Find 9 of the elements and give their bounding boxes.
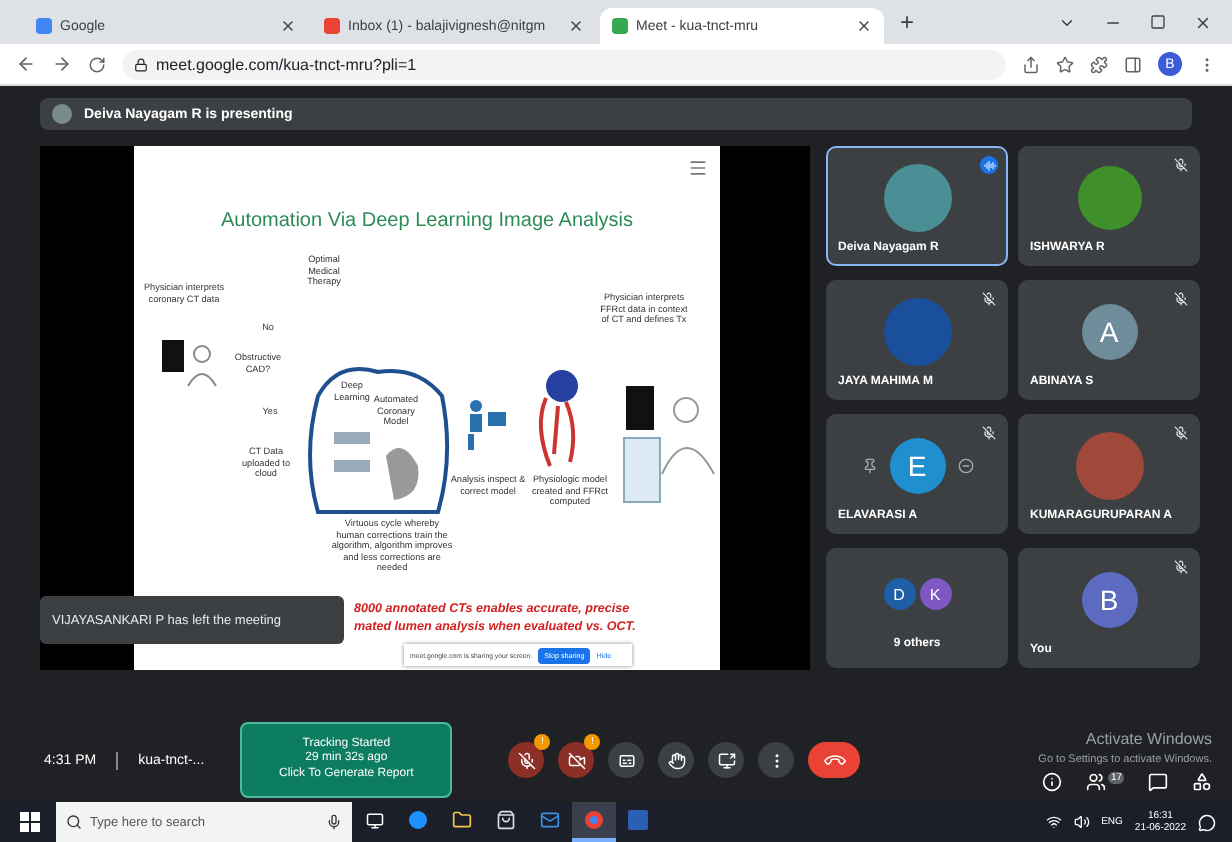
letter-avatar: E [889, 438, 945, 494]
address-bar[interactable]: meet.google.com/kua-tnct-mru?pli=1 [122, 49, 1006, 79]
new-tab-button[interactable]: + [888, 8, 927, 36]
letter-avatar: B [1081, 572, 1137, 628]
letter-avatar: A [1081, 304, 1137, 360]
activation-notice: Activate Windows [1085, 729, 1212, 747]
letter-avatar: D [883, 578, 915, 610]
slide-title: Automation Via Deep Learning Image Analysis [218, 210, 636, 232]
letter-avatar: K [919, 578, 951, 610]
